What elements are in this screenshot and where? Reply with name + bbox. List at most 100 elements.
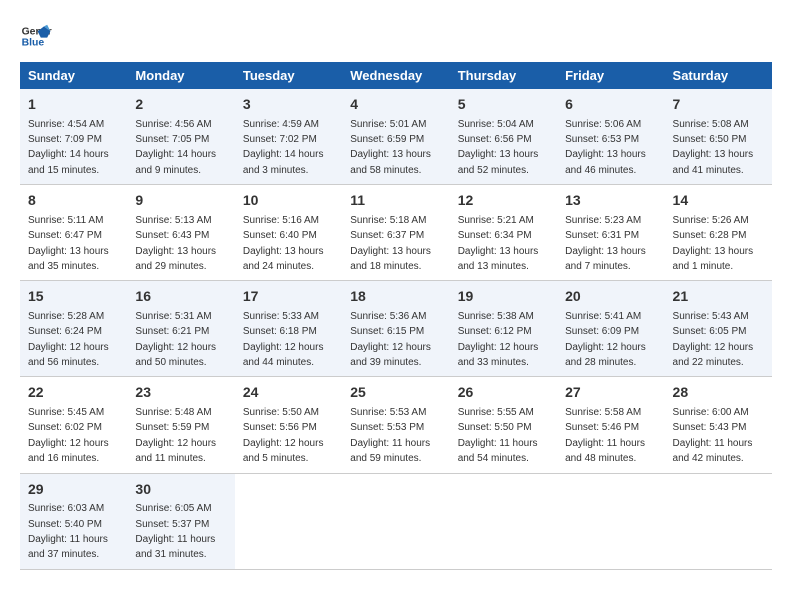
day-cell xyxy=(450,473,557,569)
day-info: Sunrise: 5:55 AM Sunset: 5:50 PM Dayligh… xyxy=(458,407,538,464)
day-cell: 27 Sunrise: 5:58 AM Sunset: 5:46 PM Dayli… xyxy=(557,377,664,473)
day-number: 30 xyxy=(135,480,226,500)
day-number: 23 xyxy=(135,383,226,403)
day-cell: 5Sunrise: 5:04 AM Sunset: 6:56 PM Daylig… xyxy=(450,89,557,185)
day-info: Sunrise: 5:23 AM Sunset: 6:31 PM Dayligh… xyxy=(565,215,646,272)
day-cell: 11 Sunrise: 5:18 AM Sunset: 6:37 PM Dayli… xyxy=(342,185,449,281)
day-cell: 28Sunrise: 6:00 AM Sunset: 5:43 PM Dayli… xyxy=(665,377,772,473)
day-info: Sunrise: 5:18 AM Sunset: 6:37 PM Dayligh… xyxy=(350,215,431,272)
day-cell: 18Sunrise: 5:36 AM Sunset: 6:15 PM Dayli… xyxy=(342,281,449,377)
day-info: Sunrise: 4:59 AM Sunset: 7:02 PM Dayligh… xyxy=(243,119,324,176)
week-row-1: 1 Sunrise: 4:54 AM Sunset: 7:09 PM Daylig… xyxy=(20,89,772,185)
day-cell xyxy=(557,473,664,569)
day-info: Sunrise: 5:48 AM Sunset: 5:59 PM Dayligh… xyxy=(135,407,216,464)
day-number: 5 xyxy=(458,95,549,115)
day-cell: 25 Sunrise: 5:53 AM Sunset: 5:53 PM Dayli… xyxy=(342,377,449,473)
day-info: Sunrise: 5:45 AM Sunset: 6:02 PM Dayligh… xyxy=(28,407,109,464)
day-cell: 15Sunrise: 5:28 AM Sunset: 6:24 PM Dayli… xyxy=(20,281,127,377)
day-number: 25 xyxy=(350,383,441,403)
day-number: 10 xyxy=(243,191,334,211)
day-cell xyxy=(235,473,342,569)
day-number: 22 xyxy=(28,383,119,403)
day-cell: 12Sunrise: 5:21 AM Sunset: 6:34 PM Dayli… xyxy=(450,185,557,281)
day-cell: 30 Sunrise: 6:05 AM Sunset: 5:37 PM Dayli… xyxy=(127,473,234,569)
day-cell xyxy=(665,473,772,569)
day-info: Sunrise: 5:50 AM Sunset: 5:56 PM Dayligh… xyxy=(243,407,324,464)
day-info: Sunrise: 6:05 AM Sunset: 5:37 PM Dayligh… xyxy=(135,503,215,560)
day-info: Sunrise: 5:06 AM Sunset: 6:53 PM Dayligh… xyxy=(565,119,646,176)
week-row-2: 8 Sunrise: 5:11 AM Sunset: 6:47 PM Daylig… xyxy=(20,185,772,281)
day-cell: 13 Sunrise: 5:23 AM Sunset: 6:31 PM Dayli… xyxy=(557,185,664,281)
day-info: Sunrise: 5:43 AM Sunset: 6:05 PM Dayligh… xyxy=(673,311,754,368)
day-info: Sunrise: 5:08 AM Sunset: 6:50 PM Dayligh… xyxy=(673,119,754,176)
day-cell: 20 Sunrise: 5:41 AM Sunset: 6:09 PM Dayli… xyxy=(557,281,664,377)
day-info: Sunrise: 5:01 AM Sunset: 6:59 PM Dayligh… xyxy=(350,119,431,176)
day-number: 1 xyxy=(28,95,119,115)
day-info: Sunrise: 5:16 AM Sunset: 6:40 PM Dayligh… xyxy=(243,215,324,272)
week-row-5: 29 Sunrise: 6:03 AM Sunset: 5:40 PM Dayli… xyxy=(20,473,772,569)
day-info: Sunrise: 5:13 AM Sunset: 6:43 PM Dayligh… xyxy=(135,215,216,272)
day-cell: 1 Sunrise: 4:54 AM Sunset: 7:09 PM Daylig… xyxy=(20,89,127,185)
day-number: 4 xyxy=(350,95,441,115)
day-info: Sunrise: 5:11 AM Sunset: 6:47 PM Dayligh… xyxy=(28,215,109,272)
day-number: 9 xyxy=(135,191,226,211)
day-info: Sunrise: 4:54 AM Sunset: 7:09 PM Dayligh… xyxy=(28,119,109,176)
day-cell: 14 Sunrise: 5:26 AM Sunset: 6:28 PM Dayli… xyxy=(665,185,772,281)
day-cell: 2 Sunrise: 4:56 AM Sunset: 7:05 PM Daylig… xyxy=(127,89,234,185)
day-number: 6 xyxy=(565,95,656,115)
day-cell: 10 Sunrise: 5:16 AM Sunset: 6:40 PM Dayli… xyxy=(235,185,342,281)
day-info: Sunrise: 5:38 AM Sunset: 6:12 PM Dayligh… xyxy=(458,311,539,368)
week-row-3: 15Sunrise: 5:28 AM Sunset: 6:24 PM Dayli… xyxy=(20,281,772,377)
week-row-4: 22 Sunrise: 5:45 AM Sunset: 6:02 PM Dayli… xyxy=(20,377,772,473)
day-cell: 8 Sunrise: 5:11 AM Sunset: 6:47 PM Daylig… xyxy=(20,185,127,281)
day-number: 21 xyxy=(673,287,764,307)
day-cell: 6 Sunrise: 5:06 AM Sunset: 6:53 PM Daylig… xyxy=(557,89,664,185)
day-info: Sunrise: 5:31 AM Sunset: 6:21 PM Dayligh… xyxy=(135,311,216,368)
col-header-wednesday: Wednesday xyxy=(342,62,449,89)
day-number: 24 xyxy=(243,383,334,403)
day-cell: 24 Sunrise: 5:50 AM Sunset: 5:56 PM Dayli… xyxy=(235,377,342,473)
day-number: 11 xyxy=(350,191,441,211)
day-cell: 19 Sunrise: 5:38 AM Sunset: 6:12 PM Dayli… xyxy=(450,281,557,377)
day-info: Sunrise: 5:58 AM Sunset: 5:46 PM Dayligh… xyxy=(565,407,645,464)
day-info: Sunrise: 5:36 AM Sunset: 6:15 PM Dayligh… xyxy=(350,311,431,368)
day-number: 29 xyxy=(28,480,119,500)
col-header-thursday: Thursday xyxy=(450,62,557,89)
day-info: Sunrise: 5:41 AM Sunset: 6:09 PM Dayligh… xyxy=(565,311,646,368)
day-cell: 26Sunrise: 5:55 AM Sunset: 5:50 PM Dayli… xyxy=(450,377,557,473)
day-number: 8 xyxy=(28,191,119,211)
day-cell: 9 Sunrise: 5:13 AM Sunset: 6:43 PM Daylig… xyxy=(127,185,234,281)
day-info: Sunrise: 5:26 AM Sunset: 6:28 PM Dayligh… xyxy=(673,215,754,272)
day-number: 16 xyxy=(135,287,226,307)
day-info: Sunrise: 5:53 AM Sunset: 5:53 PM Dayligh… xyxy=(350,407,430,464)
day-number: 27 xyxy=(565,383,656,403)
svg-text:Blue: Blue xyxy=(22,38,45,49)
day-number: 3 xyxy=(243,95,334,115)
logo: General Blue xyxy=(20,20,56,52)
col-header-saturday: Saturday xyxy=(665,62,772,89)
day-number: 7 xyxy=(673,95,764,115)
day-number: 13 xyxy=(565,191,656,211)
day-cell: 16 Sunrise: 5:31 AM Sunset: 6:21 PM Dayli… xyxy=(127,281,234,377)
header-row: SundayMondayTuesdayWednesdayThursdayFrid… xyxy=(20,62,772,89)
day-cell xyxy=(342,473,449,569)
day-number: 15 xyxy=(28,287,119,307)
day-info: Sunrise: 5:33 AM Sunset: 6:18 PM Dayligh… xyxy=(243,311,324,368)
calendar-table: SundayMondayTuesdayWednesdayThursdayFrid… xyxy=(20,62,772,570)
day-number: 14 xyxy=(673,191,764,211)
col-header-tuesday: Tuesday xyxy=(235,62,342,89)
day-info: Sunrise: 4:56 AM Sunset: 7:05 PM Dayligh… xyxy=(135,119,216,176)
day-number: 2 xyxy=(135,95,226,115)
day-number: 12 xyxy=(458,191,549,211)
day-cell: 4 Sunrise: 5:01 AM Sunset: 6:59 PM Daylig… xyxy=(342,89,449,185)
day-number: 19 xyxy=(458,287,549,307)
day-cell: 23 Sunrise: 5:48 AM Sunset: 5:59 PM Dayli… xyxy=(127,377,234,473)
day-number: 28 xyxy=(673,383,764,403)
day-number: 17 xyxy=(243,287,334,307)
day-info: Sunrise: 6:03 AM Sunset: 5:40 PM Dayligh… xyxy=(28,503,108,560)
day-number: 20 xyxy=(565,287,656,307)
day-cell: 22 Sunrise: 5:45 AM Sunset: 6:02 PM Dayli… xyxy=(20,377,127,473)
day-cell: 29 Sunrise: 6:03 AM Sunset: 5:40 PM Dayli… xyxy=(20,473,127,569)
logo-icon: General Blue xyxy=(20,20,52,52)
col-header-friday: Friday xyxy=(557,62,664,89)
